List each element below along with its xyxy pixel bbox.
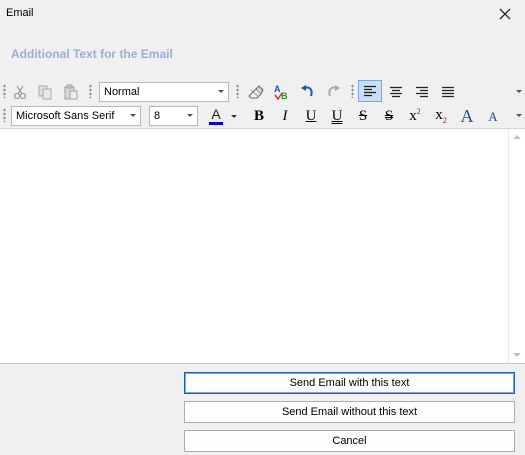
strikethrough-icon: S: [358, 107, 368, 124]
font-color-dropdown[interactable]: [228, 106, 240, 126]
vertical-scrollbar[interactable]: [508, 129, 525, 363]
spell-check-icon: A B: [274, 84, 288, 101]
toolbar-row-1: Normal A B: [0, 80, 525, 104]
undo-button[interactable]: [296, 82, 318, 102]
align-right-button[interactable]: [411, 82, 433, 102]
toolbar-grip[interactable]: [3, 84, 6, 98]
superscript-icon: x2: [409, 107, 421, 124]
redo-button[interactable]: [323, 82, 345, 102]
window-title: Email: [6, 7, 34, 19]
svg-text:A: A: [274, 84, 281, 94]
clear-format-button[interactable]: [245, 82, 267, 102]
chevron-down-icon: [231, 114, 237, 118]
copy-button[interactable]: [34, 82, 56, 102]
underline-icon: U: [305, 107, 317, 124]
paragraph-style-value: Normal: [104, 86, 140, 98]
double-underline-icon: U: [331, 107, 343, 124]
align-center-icon: [390, 86, 402, 98]
chevron-down-icon: [218, 90, 224, 93]
justify-button[interactable]: [437, 82, 459, 102]
cancel-button[interactable]: Cancel: [184, 430, 515, 452]
strikethrough-button[interactable]: S: [352, 106, 374, 126]
chevron-down-icon: [130, 114, 136, 117]
email-text-editor[interactable]: [0, 128, 525, 364]
paste-button[interactable]: [60, 82, 82, 102]
grow-font-button[interactable]: A: [456, 106, 478, 126]
send-with-text-button[interactable]: Send Email with this text: [184, 372, 515, 394]
superscript-button[interactable]: x2: [404, 106, 426, 126]
toolbar-grip[interactable]: [3, 108, 6, 122]
shrink-font-icon: A: [488, 108, 498, 124]
bold-icon: B: [253, 107, 264, 124]
shrink-font-button[interactable]: A: [482, 106, 504, 126]
font-size-value: 8: [154, 110, 161, 122]
italic-button[interactable]: I: [274, 106, 296, 126]
chevron-down-icon: [187, 114, 193, 117]
paste-icon: [64, 84, 78, 100]
close-button[interactable]: [495, 4, 515, 24]
toolbar-grip[interactable]: [236, 84, 239, 98]
grow-font-icon: A: [460, 106, 474, 126]
double-underline-button[interactable]: U: [326, 106, 348, 126]
spell-check-button[interactable]: A B: [271, 82, 293, 102]
toolbar-overflow-icon[interactable]: [516, 114, 522, 117]
undo-icon: [301, 85, 313, 97]
close-icon: [499, 8, 511, 20]
font-size-select[interactable]: 8: [149, 106, 198, 126]
svg-text:B: B: [281, 91, 288, 101]
font-family-select[interactable]: Microsoft Sans Serif: [11, 106, 141, 126]
eraser-icon: [248, 85, 264, 99]
scissors-icon: [13, 85, 27, 100]
toolbar-grip[interactable]: [351, 84, 354, 98]
toolbar-grip[interactable]: [89, 84, 92, 98]
font-family-value: Microsoft Sans Serif: [16, 110, 115, 122]
send-without-text-button[interactable]: Send Email without this text: [184, 401, 515, 423]
font-color-swatch: [209, 122, 223, 125]
redo-icon: [328, 85, 340, 97]
toolbar-row-2: Microsoft Sans Serif 8 A B I U U S S x2 …: [0, 104, 525, 128]
copy-icon: [38, 85, 52, 100]
dialog-heading: Additional Text for the Email: [11, 47, 173, 61]
title-bar: Email: [0, 0, 525, 28]
align-center-button[interactable]: [385, 82, 407, 102]
font-color-button[interactable]: A: [205, 106, 227, 126]
underline-button[interactable]: U: [300, 106, 322, 126]
justify-icon: [442, 86, 454, 98]
align-left-icon: [364, 85, 376, 97]
align-right-icon: [416, 86, 428, 98]
double-strikethrough-button[interactable]: S: [378, 106, 400, 126]
bold-button[interactable]: B: [248, 106, 270, 126]
double-strikethrough-icon: S: [384, 107, 394, 124]
subscript-icon: x2: [435, 106, 447, 125]
scroll-down-icon[interactable]: [513, 353, 521, 357]
paragraph-style-select[interactable]: Normal: [99, 82, 229, 102]
toolbar-overflow-icon[interactable]: [516, 90, 522, 93]
italic-icon: I: [282, 107, 288, 124]
scroll-up-icon[interactable]: [513, 135, 521, 139]
subscript-button[interactable]: x2: [430, 106, 452, 126]
align-left-button[interactable]: [358, 80, 382, 102]
font-color-icon: A: [209, 107, 223, 125]
cut-button[interactable]: [9, 82, 31, 102]
